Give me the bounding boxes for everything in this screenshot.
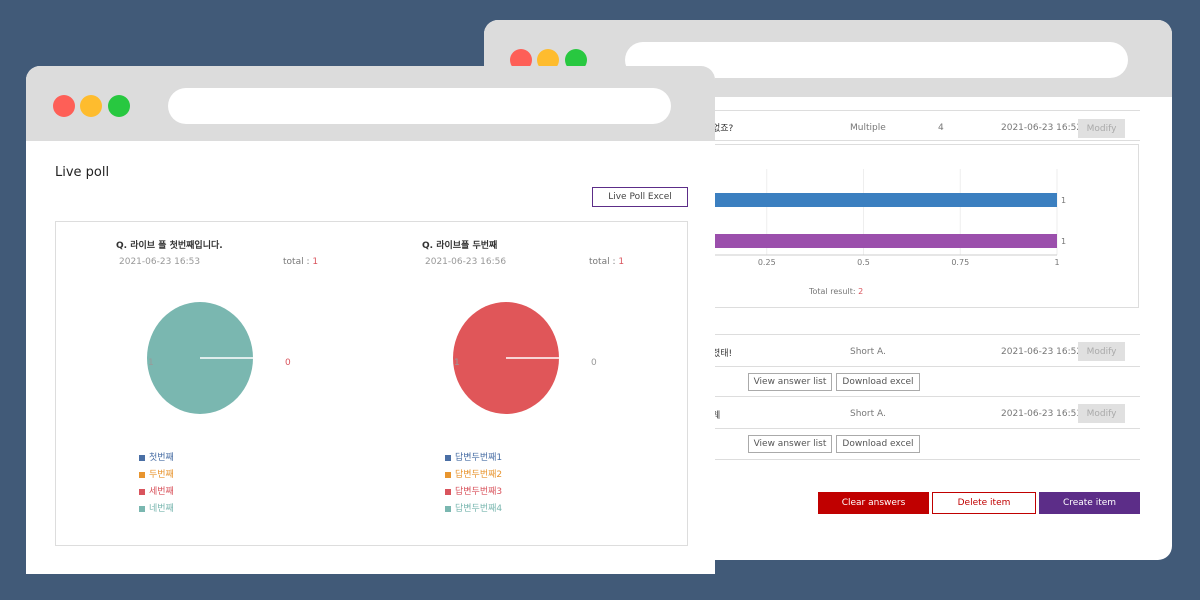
- legend-label: 네번째: [149, 504, 174, 514]
- legend-swatch-icon: [445, 505, 451, 512]
- front-address-bar[interactable]: [168, 88, 671, 124]
- legend-swatch-icon: [445, 454, 451, 461]
- front-browser-window: Live poll Live Poll Excel Q. 라이브 폴 첫번째입니…: [26, 66, 715, 574]
- poll-question: Q. 라이브 폴 첫번째입니다.: [116, 241, 223, 251]
- question-date: 2021-06-23 16:53: [1001, 409, 1083, 419]
- legend-item: 첫번째: [139, 450, 174, 463]
- modify-button[interactable]: Modify: [1078, 119, 1125, 138]
- question-type: Multiple: [850, 123, 886, 133]
- legend-item: 두번째: [139, 467, 174, 480]
- delete-item-button[interactable]: Delete item: [932, 492, 1036, 514]
- question-text: 렸태!: [712, 349, 733, 359]
- legend-label: 세번째: [149, 487, 174, 497]
- poll-total: total : 1: [283, 257, 318, 267]
- option-count: 4: [938, 123, 944, 133]
- legend-swatch-icon: [445, 471, 451, 478]
- create-item-button[interactable]: Create item: [1039, 492, 1140, 514]
- live-poll-excel-button[interactable]: Live Poll Excel: [592, 187, 688, 207]
- poll-total-value: 1: [618, 257, 625, 267]
- legend-label: 답변두번째1: [455, 453, 503, 463]
- x-tick-label: 0.5: [857, 258, 870, 267]
- poll-panel: Q. 라이브 폴 첫번째입니다. 2021-06-23 16:53 total …: [55, 221, 688, 546]
- legend-label: 답변두번째3: [455, 487, 503, 497]
- legend-swatch-icon: [139, 471, 145, 478]
- total-result-label: Total result:: [809, 287, 856, 296]
- legend-swatch-icon: [139, 505, 145, 512]
- legend-label: 답변두번째2: [455, 470, 503, 480]
- poll-total-label: total :: [589, 257, 616, 267]
- view-answer-list-button[interactable]: View answer list: [748, 373, 832, 391]
- legend-swatch-icon: [139, 454, 145, 461]
- pie-label-left: 1: [148, 358, 154, 368]
- bar-value-label: 1: [1061, 196, 1066, 205]
- minimize-dot-icon[interactable]: [80, 95, 102, 117]
- modify-button[interactable]: Modify: [1078, 342, 1125, 361]
- legend-swatch-icon: [139, 488, 145, 495]
- poll-total-value: 1: [312, 257, 319, 267]
- maximize-dot-icon[interactable]: [108, 95, 130, 117]
- legend-label: 첫번째: [149, 453, 174, 463]
- poll-date: 2021-06-23 16:53: [119, 257, 201, 267]
- view-answer-list-button[interactable]: View answer list: [748, 435, 832, 453]
- modify-button[interactable]: Modify: [1078, 404, 1125, 423]
- poll-total-label: total :: [283, 257, 310, 267]
- poll-question: Q. 라이브폴 두번째: [422, 241, 498, 251]
- legend-item: 답변두번째2: [445, 467, 502, 480]
- question-type: Short A.: [850, 409, 886, 419]
- pie-label-right: 0: [285, 358, 291, 368]
- legend-item: 세번째: [139, 484, 174, 497]
- poll-date: 2021-06-23 16:56: [425, 257, 507, 267]
- total-result: Total result: 2: [809, 287, 863, 296]
- legend-item: 답변두번째4: [445, 501, 502, 514]
- question-text: 없죠?: [712, 124, 734, 134]
- poll-pie-chart-1: [147, 302, 254, 414]
- total-result-value: 2: [858, 287, 864, 296]
- legend-label: 답변두번째4: [455, 504, 503, 514]
- x-tick-label: 1: [1054, 258, 1059, 267]
- pie-label-right: 0: [591, 358, 597, 368]
- question-date: 2021-06-23 16:52: [1001, 123, 1083, 133]
- poll-total: total : 1: [589, 257, 624, 267]
- legend-item: 네번째: [139, 501, 174, 514]
- download-excel-button[interactable]: Download excel: [836, 373, 920, 391]
- legend-item: 답변두번째3: [445, 484, 502, 497]
- pie-label-left: 1: [454, 358, 460, 368]
- x-tick-label: 0.75: [951, 258, 969, 267]
- clear-answers-button[interactable]: Clear answers: [818, 492, 929, 514]
- question-date: 2021-06-23 16:52: [1001, 347, 1083, 357]
- close-dot-icon[interactable]: [53, 95, 75, 117]
- legend-label: 두번째: [149, 470, 174, 480]
- poll-pie-chart-2: [453, 302, 560, 414]
- legend-item: 답변두번째1: [445, 450, 502, 463]
- page-title: Live poll: [55, 165, 110, 180]
- bar-value-label: 1: [1061, 237, 1066, 246]
- question-type: Short A.: [850, 347, 886, 357]
- download-excel-button[interactable]: Download excel: [836, 435, 920, 453]
- legend-swatch-icon: [445, 488, 451, 495]
- x-tick-label: 0.25: [758, 258, 776, 267]
